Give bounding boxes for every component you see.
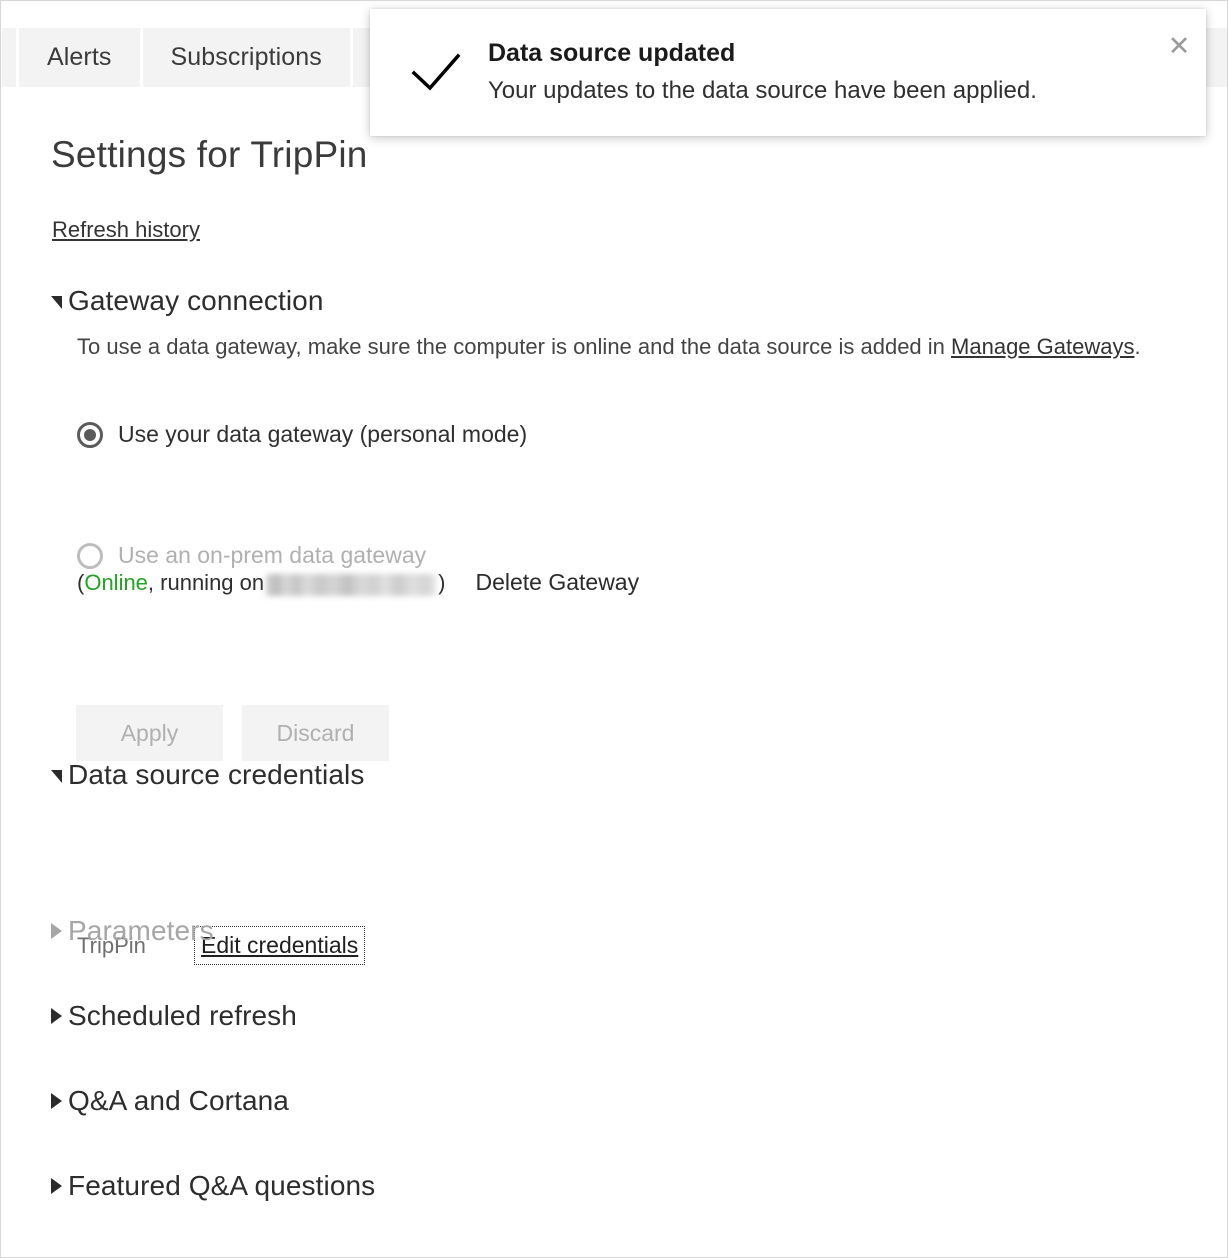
tab-strip-left-edge — [2, 28, 16, 87]
section-title-scheduled-refresh: Scheduled refresh — [68, 1000, 297, 1031]
gateway-description-suffix: . — [1134, 334, 1141, 359]
section-title-data-source-credentials: Data source credentials — [68, 759, 365, 790]
discard-button[interactable]: Discard — [242, 705, 389, 761]
radio-unselected-icon — [77, 542, 103, 569]
section-header-gateway-connection[interactable]: Gateway connection — [51, 285, 324, 317]
radio-option-onprem-gateway: Use an on-prem data gateway — [77, 542, 426, 569]
settings-page: Alerts Subscriptions D Settings for Trip… — [0, 0, 1228, 1258]
section-title-parameters: Parameters — [68, 915, 214, 946]
refresh-history-link[interactable]: Refresh history — [52, 217, 200, 243]
toast-notification: Data source updated Your updates to the … — [370, 9, 1206, 136]
tab-subscriptions[interactable]: Subscriptions — [142, 28, 350, 87]
gateway-description-text: To use a data gateway, make sure the com… — [77, 334, 952, 359]
chevron-right-icon — [51, 1008, 62, 1024]
status-badge: Online — [84, 569, 148, 595]
gateway-status-line: (Online, running on ) Delete Gateway — [77, 569, 639, 596]
edit-credentials-link[interactable]: Edit credentials — [193, 926, 366, 965]
section-header-scheduled-refresh[interactable]: Scheduled refresh — [51, 1000, 297, 1032]
section-header-featured-qa-questions[interactable]: Featured Q&A questions — [51, 1170, 375, 1202]
page-title: Settings for TripPin — [51, 134, 368, 175]
toast-message: Your updates to the data source have bee… — [488, 77, 1037, 104]
chevron-right-icon — [51, 1178, 62, 1194]
section-title-gateway-connection: Gateway connection — [68, 285, 324, 316]
section-header-parameters[interactable]: Parameters — [51, 915, 214, 947]
machine-name-redacted — [266, 573, 437, 596]
manage-gateways-link[interactable]: Manage Gateways — [951, 334, 1134, 359]
radio-option-personal-gateway-label: Use your data gateway (personal mode) — [118, 421, 528, 447]
radio-selected-icon[interactable] — [77, 421, 103, 448]
section-title-featured-qa-questions: Featured Q&A questions — [68, 1170, 376, 1201]
delete-gateway-link[interactable]: Delete Gateway — [475, 569, 639, 596]
chevron-expanded-icon — [51, 769, 62, 783]
section-title-qa-and-cortana: Q&A and Cortana — [68, 1085, 289, 1116]
tab-alerts-label: Alerts — [47, 43, 112, 71]
radio-option-personal-gateway[interactable]: Use your data gateway (personal mode) — [77, 421, 527, 448]
status-open-paren: ( — [77, 569, 85, 595]
close-icon[interactable]: ✕ — [1160, 27, 1198, 65]
chevron-expanded-icon — [51, 295, 62, 309]
chevron-right-icon — [51, 923, 62, 939]
status-running-on-text: , running on — [147, 569, 265, 595]
chevron-right-icon — [51, 1093, 62, 1109]
gateway-description: To use a data gateway, make sure the com… — [77, 330, 1197, 363]
gateway-action-buttons: Apply Discard — [76, 705, 389, 761]
toast-title: Data source updated — [488, 39, 736, 67]
tab-subscriptions-label: Subscriptions — [170, 43, 322, 71]
checkmark-icon — [411, 53, 461, 93]
status-close-paren: ) — [438, 569, 446, 595]
apply-button[interactable]: Apply — [76, 705, 223, 761]
tab-alerts[interactable]: Alerts — [19, 28, 140, 87]
section-header-data-source-credentials[interactable]: Data source credentials — [51, 759, 364, 791]
radio-option-onprem-gateway-label: Use an on-prem data gateway — [118, 542, 427, 568]
section-header-qa-and-cortana[interactable]: Q&A and Cortana — [51, 1085, 289, 1117]
